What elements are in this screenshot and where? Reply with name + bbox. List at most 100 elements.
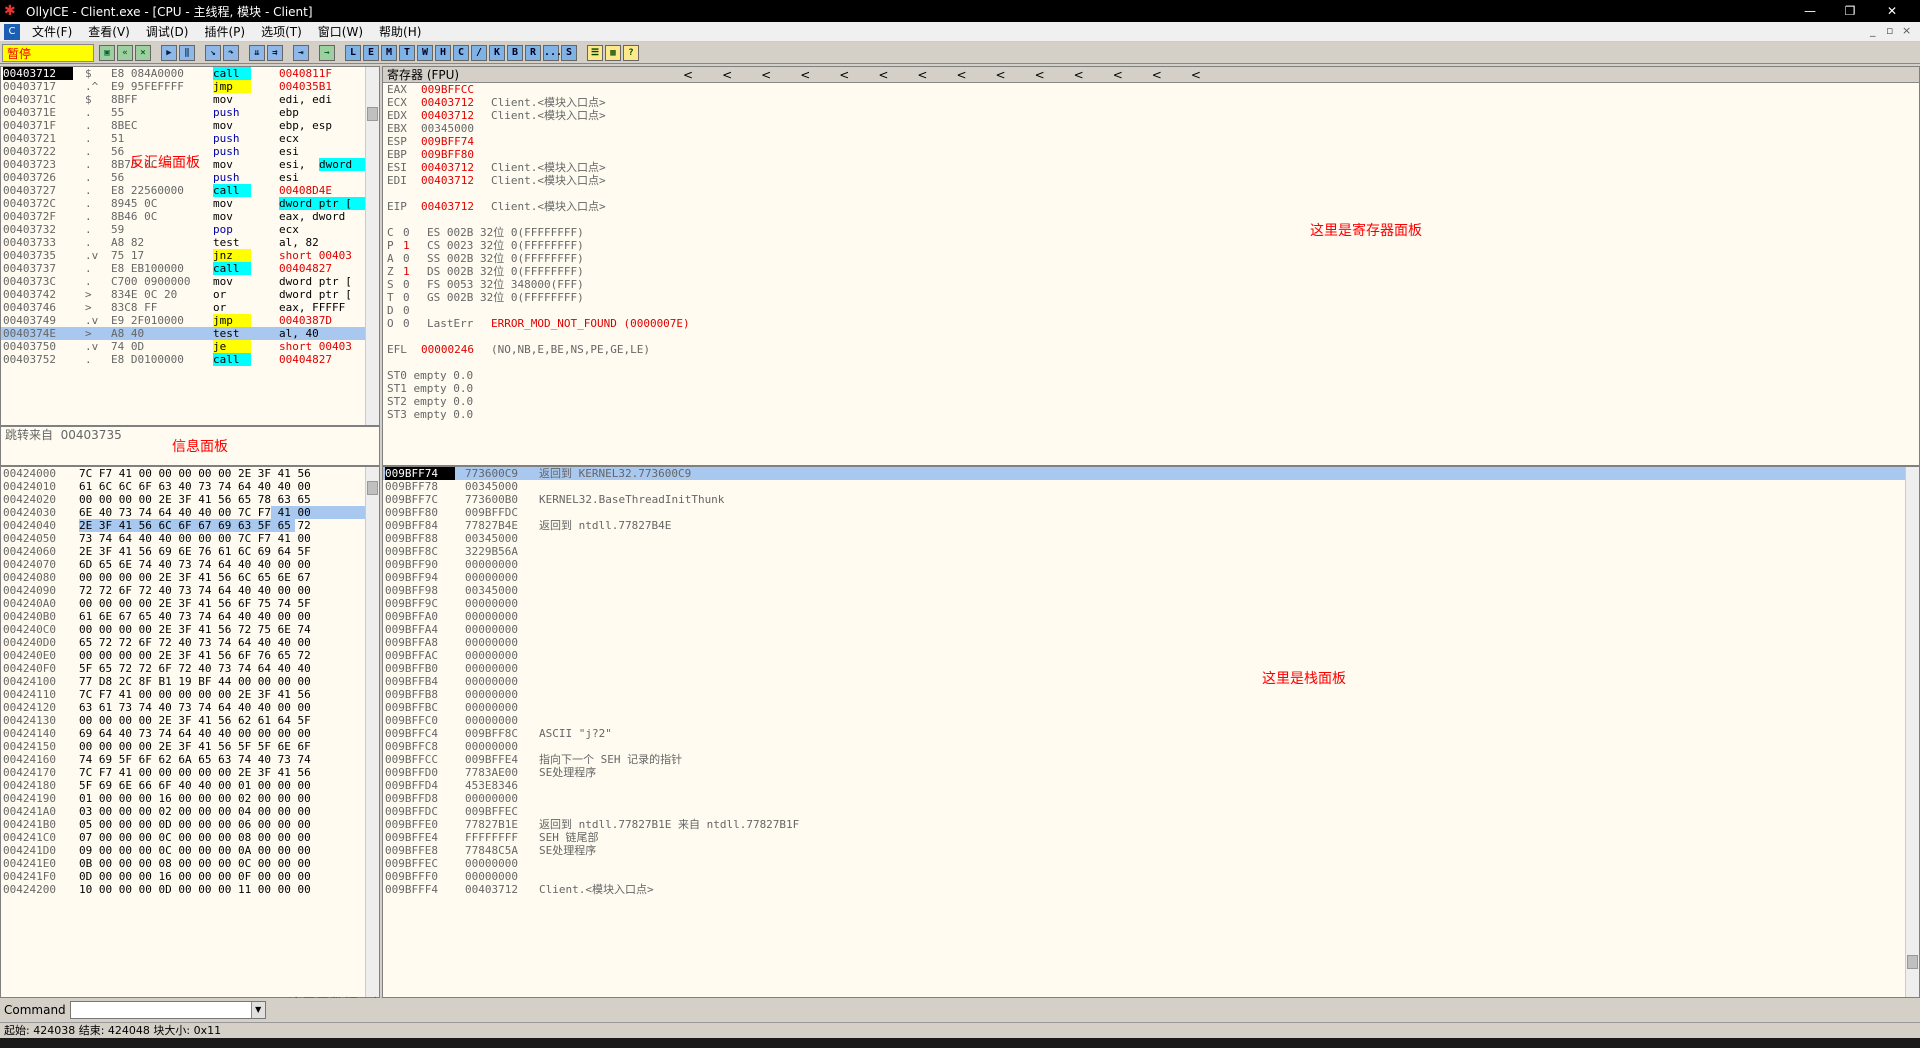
dump-row[interactable]: 00424190 01 00 00 00 16 00 00 00 02 00 00… [1,792,379,805]
disasm-row[interactable]: 00403712 $ E8 084A0000 call 0040811F [1,67,379,80]
stack-row[interactable]: 009BFFEC 00000000 [383,857,1919,870]
disasm-row[interactable]: 00403733. A8 82 test al, 82 [1,236,379,249]
efl-row[interactable]: EFL 00000246 (NO,NB,E,BE,NS,PE,GE,LE) [387,343,1919,356]
menu-window[interactable]: 窗口(W) [310,22,371,42]
disasm-row[interactable]: 00403726. 56 push esi [1,171,379,184]
pause-icon[interactable]: ‖ [179,44,195,61]
register-arrow-icon[interactable]: < [996,68,1006,82]
disasm-row[interactable]: 00403727. E8 22560000 call 00408D4E [1,184,379,197]
disasm-row[interactable]: 00403717 .^ E9 95FEFFFF jmp 004035B1 [1,80,379,93]
stack-row[interactable]: 009BFF74 773600C9 返回到 KERNEL32.773600C9 [383,467,1919,480]
registers-pane[interactable]: 寄存器 (FPU) < < < < < < < < < < < < < < EAX 009BFFCC ECX 0… [382,66,1920,466]
dump-row[interactable]: 00424170 7C F7 41 00 00 00 00 00 2E 3F 41… [1,766,379,779]
register-arrow-icon[interactable]: < [839,68,849,82]
stack-row[interactable]: 009BFF9C 00000000 [383,597,1919,610]
trace-over-icon[interactable]: ⇉ [267,44,283,61]
menu-view[interactable]: 查看(V) [80,22,138,42]
stack-row[interactable]: 009BFFB4 00000000 [383,675,1919,688]
options-icon[interactable]: ▦ [605,44,621,61]
dump-row[interactable]: 00424070 6D 65 6E 74 40 73 74 64 40 40 00… [1,558,379,571]
register-arrow-icon[interactable]: < [1035,68,1045,82]
open-icon[interactable]: ▣ [99,44,115,61]
stack-row[interactable]: 009BFFC8 00000000 [383,740,1919,753]
register-arrow-icon[interactable]: < [800,68,810,82]
fpu-register-row[interactable]: ST3 empty 0.0 [387,408,1919,421]
dump-row[interactable]: 00424160 74 69 5F 6F 62 6A 65 63 74 40 73… [1,753,379,766]
register-arrow-icon[interactable]: < [956,68,966,82]
menu-file[interactable]: 文件(F) [24,22,80,42]
child-close-icon[interactable]: × [1902,24,1911,37]
register-arrow-icon[interactable]: < [878,68,888,82]
stack-row[interactable]: 009BFFE0 77827B1E 返回到 ntdll.77827B1E 来自 nt… [383,818,1919,831]
child-restore-icon[interactable]: ▫ [1886,24,1893,37]
register-row[interactable]: EDX 00403712 Client.<模块入口点> [387,109,1919,122]
register-row[interactable]: EBX 00345000 [387,122,1919,135]
log-window-button[interactable]: L [345,44,361,61]
close-process-icon[interactable]: × [135,44,151,61]
dump-row[interactable]: 004241F0 0D 00 00 00 16 00 00 00 0F 00 00… [1,870,379,883]
step-over-icon[interactable]: ↷ [223,44,239,61]
disasm-row[interactable]: 0040373C. C700 0900000 mov dword ptr [ [1,275,379,288]
register-arrow-icon[interactable]: < [1113,68,1123,82]
disasm-row[interactable]: 0040374E > A8 40 test al, 40 [1,327,379,340]
stack-row[interactable]: 009BFFB8 00000000 [383,688,1919,701]
menu-help[interactable]: 帮助(H) [371,22,429,42]
run-icon[interactable]: ▶ [161,44,177,61]
flag-row[interactable]: C 0 ES 002B 32位 0(FFFFFFFF) [387,226,1919,239]
register-arrow-icon[interactable]: < [722,68,732,82]
dump-row[interactable]: 00424040 2E 3F 41 56 6C 6F 67 69 63 5F 65… [1,519,379,532]
dump-row[interactable]: 00424020 00 00 00 00 2E 3F 41 56 65 78 63… [1,493,379,506]
modules-window-button[interactable]: E [363,44,379,61]
dump-row[interactable]: 004241C0 07 00 00 00 0C 00 00 00 08 00 00… [1,831,379,844]
disassembly-pane[interactable]: 00403712 $ E8 084A0000 call 0040811F 00403717… [0,66,380,426]
dump-row[interactable]: 00424150 00 00 00 00 2E 3F 41 56 5F 5F 6E… [1,740,379,753]
eip-row[interactable]: EIP 00403712 Client.<模块入口点> [387,200,1919,213]
threads-window-button[interactable]: T [399,44,415,61]
stack-row[interactable]: 009BFFC4 009BFF8C ASCII "j?2" [383,727,1919,740]
disasm-row[interactable]: 00403735 .v 75 17 jnz short 00403 [1,249,379,262]
flag-row[interactable]: O 0 LastErr ERROR_MOD_NOT_FOUND (0000007E) [387,317,1919,330]
dump-scrollbar[interactable] [365,467,379,997]
dump-row[interactable]: 00424030 6E 40 73 74 64 40 40 00 7C F7 41… [1,506,379,519]
stack-row[interactable]: 009BFFF4 00403712 Client.<模块入口点> [383,883,1919,896]
flag-row[interactable]: S 0 FS 0053 32位 348000(FFF) [387,278,1919,291]
register-row[interactable]: EDI 00403712 Client.<模块入口点> [387,174,1919,187]
flag-row[interactable]: A 0 SS 002B 32位 0(FFFFFFFF) [387,252,1919,265]
disasm-row[interactable]: 00403737. E8 EB100000 call 00404827 [1,262,379,275]
disasm-row[interactable]: 00403749 .v E9 2F010000 jmp 0040387D [1,314,379,327]
disasm-row[interactable]: 0040371C $8BFF mov edi, edi [1,93,379,106]
dump-row[interactable]: 00424140 69 64 40 73 74 64 40 40 00 00 00… [1,727,379,740]
source-window-button[interactable]: S [561,44,577,61]
stack-row[interactable]: 009BFFA4 00000000 [383,623,1919,636]
register-arrow-icon[interactable]: < [1074,68,1084,82]
stack-row[interactable]: 009BFF7C 773600B0 KERNEL32.BaseThreadInitT… [383,493,1919,506]
flag-row[interactable]: P 1 CS 0023 32位 0(FFFFFFFF) [387,239,1919,252]
stack-row[interactable]: 009BFF98 00345000 [383,584,1919,597]
execute-till-return-icon[interactable]: ⇥ [293,44,309,61]
disasm-row[interactable]: 0040372F. 8B46 0C mov eax, dword [1,210,379,223]
breakpoints-window-button[interactable]: B [507,44,523,61]
stack-row[interactable]: 009BFFE4 FFFFFFFF SEH 链尾部 [383,831,1919,844]
dump-row[interactable]: 00424010 61 6C 6C 6F 63 40 73 74 64 40 40… [1,480,379,493]
stack-row[interactable]: 009BFF8C 3229B56A [383,545,1919,558]
disasm-row[interactable]: 00403750 .v 74 0D je short 00403 [1,340,379,353]
dump-row[interactable]: 00424180 5F 69 6E 66 6F 40 40 00 01 00 00… [1,779,379,792]
dump-row[interactable]: 004240E0 00 00 00 00 2E 3F 41 56 6F 76 65… [1,649,379,662]
dump-pane[interactable]: 00424000 7C F7 41 00 00 00 00 00 2E 3F 41… [0,466,380,998]
menu-options[interactable]: 选项(T) [253,22,310,42]
stack-row[interactable]: 009BFF84 77827B4E 返回到 ntdll.77827B4E [383,519,1919,532]
register-arrow-icon[interactable]: < [761,68,771,82]
disasm-row[interactable]: 00403721. 51 push ecx [1,132,379,145]
register-row[interactable]: EBP 009BFF80 [387,148,1919,161]
dump-row[interactable]: 004240F0 5F 65 72 72 6F 72 40 73 74 64 40… [1,662,379,675]
dump-row[interactable]: 004240A0 00 00 00 00 2E 3F 41 56 6F 75 74… [1,597,379,610]
flag-row[interactable]: Z 1 DS 002B 32位 0(FFFFFFFF) [387,265,1919,278]
call-stack-window-button[interactable]: K [489,44,505,61]
stack-row[interactable]: 009BFFBC 00000000 [383,701,1919,714]
stack-row[interactable]: 009BFFA8 00000000 [383,636,1919,649]
stack-row[interactable]: 009BFFD8 00000000 [383,792,1919,805]
dump-row[interactable]: 00424110 7C F7 41 00 00 00 00 00 2E 3F 41… [1,688,379,701]
disasm-row[interactable]: 00403752. E8 D0100000 call 00404827 [1,353,379,366]
stack-row[interactable]: 009BFF78 00345000 [383,480,1919,493]
dump-row[interactable]: 004241E0 0B 00 00 00 08 00 00 00 0C 00 00… [1,857,379,870]
